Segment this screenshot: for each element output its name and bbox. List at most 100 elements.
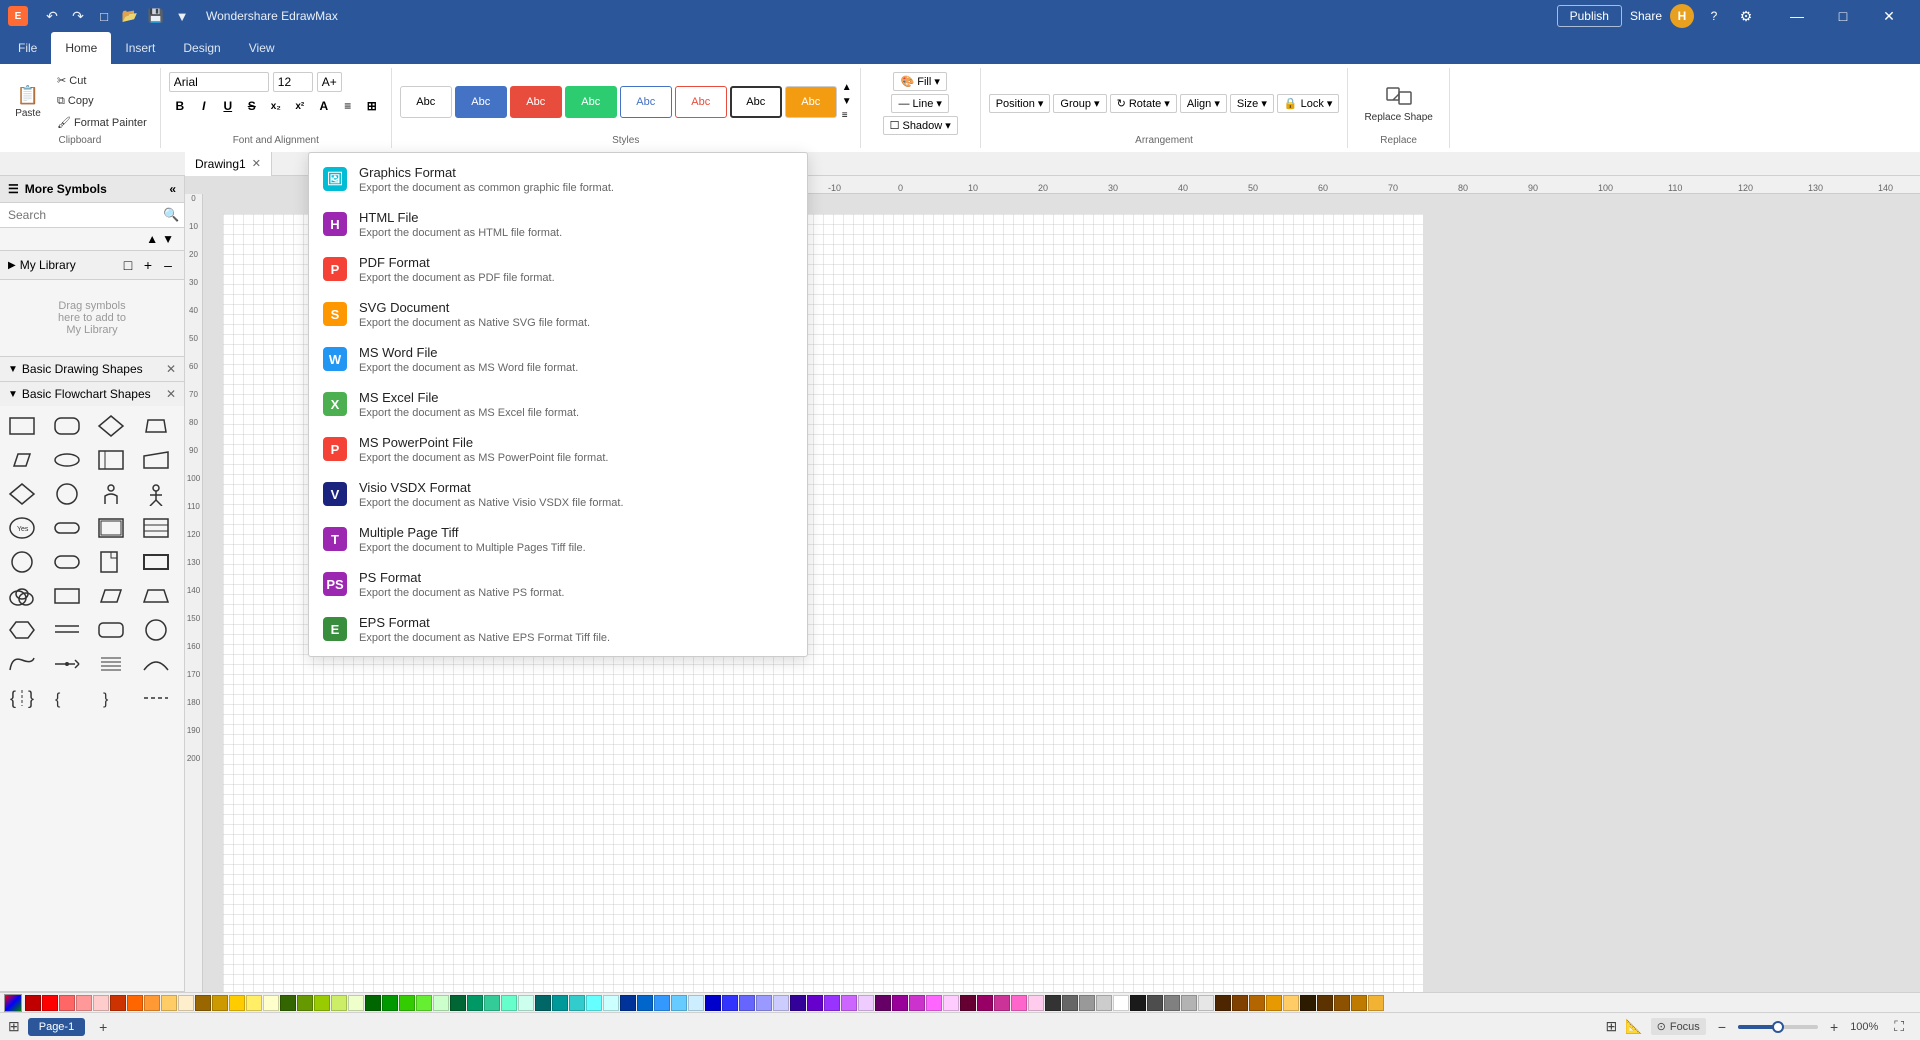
color-swatch[interactable] — [1164, 995, 1180, 1011]
export-visio-vsdx[interactable]: V Visio VSDX Format Export the document … — [309, 472, 807, 517]
shape-brace1[interactable]: { — [49, 682, 85, 714]
increase-font-button[interactable]: A+ — [317, 72, 342, 92]
color-swatch[interactable] — [144, 995, 160, 1011]
export-ms-powerpoint[interactable]: P MS PowerPoint File Export the document… — [309, 427, 807, 472]
color-swatch[interactable] — [756, 995, 772, 1011]
color-swatch[interactable] — [59, 995, 75, 1011]
color-swatch[interactable] — [688, 995, 704, 1011]
bold-button[interactable]: B — [169, 95, 191, 117]
shape-rectangle[interactable] — [4, 410, 40, 442]
shape-person[interactable] — [93, 478, 129, 510]
user-avatar[interactable]: H — [1670, 4, 1694, 28]
color-swatch[interactable] — [1113, 995, 1129, 1011]
export-graphics-format[interactable]: 🖼 Graphics Format Export the document as… — [309, 157, 807, 202]
color-swatch[interactable] — [518, 995, 534, 1011]
color-picker-icon[interactable] — [4, 994, 22, 1012]
color-swatch[interactable] — [773, 995, 789, 1011]
color-swatch[interactable] — [1317, 995, 1333, 1011]
shape-trapezoid[interactable] — [138, 410, 174, 442]
color-swatch[interactable] — [892, 995, 908, 1011]
group-button[interactable]: Group ▾ — [1053, 94, 1106, 113]
color-swatch[interactable] — [93, 995, 109, 1011]
color-swatch[interactable] — [1283, 995, 1299, 1011]
color-swatch[interactable] — [1368, 995, 1384, 1011]
lock-button[interactable]: 🔒 Lock ▾ — [1277, 94, 1340, 113]
copy-button[interactable]: ⧉ Copy — [52, 92, 152, 111]
list-button[interactable]: ≡ — [337, 95, 359, 117]
color-swatch[interactable] — [1011, 995, 1027, 1011]
minimize-button[interactable]: — — [1774, 0, 1820, 32]
tab-home[interactable]: Home — [51, 32, 111, 64]
options-button[interactable]: ▼ — [170, 4, 194, 28]
maximize-button[interactable]: □ — [1820, 0, 1866, 32]
save-button[interactable]: 💾 — [144, 4, 168, 28]
export-eps-format[interactable]: E EPS Format Export the document as Nati… — [309, 607, 807, 652]
redo-button[interactable]: ↷ — [66, 4, 90, 28]
color-swatch[interactable] — [280, 995, 296, 1011]
shape-trapezoid2[interactable] — [138, 580, 174, 612]
shape-double-rect[interactable] — [93, 512, 129, 544]
color-swatch[interactable] — [331, 995, 347, 1011]
color-swatch[interactable] — [739, 995, 755, 1011]
color-swatch[interactable] — [1130, 995, 1146, 1011]
grid-view-icon[interactable]: ⊞ — [1605, 1018, 1617, 1035]
color-swatch[interactable] — [348, 995, 364, 1011]
color-swatch[interactable] — [501, 995, 517, 1011]
color-swatch[interactable] — [1147, 995, 1163, 1011]
zoom-slider[interactable] — [1738, 1025, 1818, 1029]
collapse-symbols-button[interactable]: « — [169, 182, 176, 196]
color-swatch[interactable] — [994, 995, 1010, 1011]
cut-button[interactable]: ✂ Cut — [52, 71, 152, 90]
close-tab-icon[interactable]: ✕ — [252, 157, 261, 170]
color-swatch[interactable] — [960, 995, 976, 1011]
color-swatch[interactable] — [1198, 995, 1214, 1011]
export-html-file[interactable]: H HTML File Export the document as HTML … — [309, 202, 807, 247]
color-swatch[interactable] — [1028, 995, 1044, 1011]
shape-rect2[interactable] — [49, 580, 85, 612]
shape-cloud[interactable] — [4, 580, 40, 612]
basic-drawing-header[interactable]: ▼ Basic Drawing Shapes ✕ — [0, 357, 184, 381]
shape-list[interactable] — [93, 648, 129, 680]
underline-button[interactable]: U — [217, 95, 239, 117]
shape-ellipse2[interactable] — [4, 546, 40, 578]
shape-arrow1[interactable] — [49, 648, 85, 680]
undo-button[interactable]: ↶ — [40, 4, 64, 28]
shape-striped-rect[interactable] — [138, 512, 174, 544]
color-swatch[interactable] — [178, 995, 194, 1011]
color-swatch[interactable] — [569, 995, 585, 1011]
page-layout-icon[interactable]: ⊞ — [8, 1018, 20, 1035]
publish-button[interactable]: Publish — [1557, 5, 1622, 27]
tab-design[interactable]: Design — [169, 32, 234, 64]
align-button[interactable]: ⊞ — [361, 95, 383, 117]
shape-doc-rect[interactable] — [93, 444, 129, 476]
color-swatch[interactable] — [195, 995, 211, 1011]
open-button[interactable]: 📂 — [118, 4, 142, 28]
color-swatch[interactable] — [535, 995, 551, 1011]
color-swatch[interactable] — [229, 995, 245, 1011]
color-swatch[interactable] — [467, 995, 483, 1011]
font-size-input[interactable] — [273, 72, 313, 92]
tab-insert[interactable]: Insert — [111, 32, 169, 64]
color-swatch[interactable] — [858, 995, 874, 1011]
color-swatch[interactable] — [1079, 995, 1095, 1011]
color-swatch[interactable] — [654, 995, 670, 1011]
replace-shape-button[interactable]: Replace Shape — [1356, 76, 1440, 127]
style-box-6[interactable]: Abc — [675, 86, 727, 118]
format-painter-button[interactable]: 🖌 Format Painter — [52, 113, 152, 132]
shape-parallelogram[interactable] — [4, 444, 40, 476]
color-swatch[interactable] — [909, 995, 925, 1011]
style-box-2[interactable]: Abc — [455, 86, 507, 118]
strikethrough-button[interactable]: S — [241, 95, 263, 117]
color-swatch[interactable] — [824, 995, 840, 1011]
size-button[interactable]: Size ▾ — [1230, 94, 1274, 113]
settings-icon[interactable]: ⚙ — [1734, 4, 1758, 28]
color-swatch[interactable] — [365, 995, 381, 1011]
shape-parallelogram2[interactable] — [93, 580, 129, 612]
color-swatch[interactable] — [399, 995, 415, 1011]
color-swatch[interactable] — [484, 995, 500, 1011]
close-button[interactable]: ✕ — [1866, 0, 1912, 32]
shape-page[interactable] — [93, 546, 129, 578]
subscript-button[interactable]: x₂ — [265, 95, 287, 117]
scroll-up-button[interactable]: ▲ — [144, 230, 160, 248]
shape-circle2[interactable] — [138, 614, 174, 646]
